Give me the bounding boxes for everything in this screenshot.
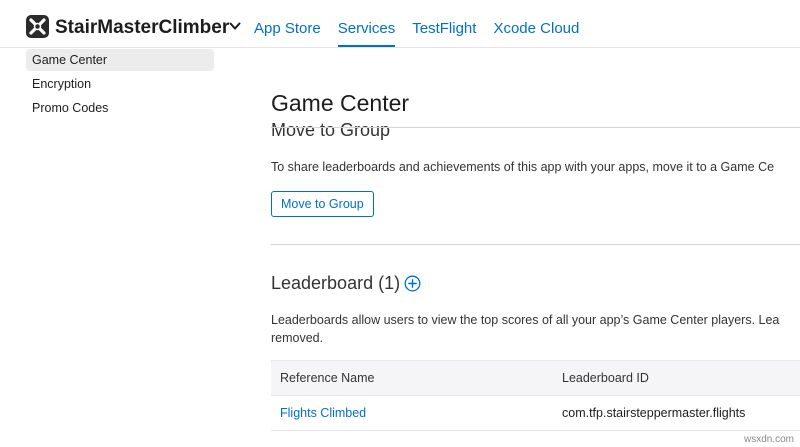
- move-to-group-heading: Move to Group: [271, 120, 391, 140]
- section-divider: [271, 244, 800, 245]
- sidebar-item-promo-codes[interactable]: Promo Codes: [26, 97, 214, 119]
- table-header-row: Reference Name Leaderboard ID: [271, 360, 800, 396]
- sidebar-item-game-center[interactable]: Game Center: [26, 49, 214, 71]
- column-header-leaderboard-id[interactable]: Leaderboard ID: [562, 361, 649, 395]
- header-divider: [271, 127, 800, 128]
- leaderboard-description-line2: removed.: [271, 331, 324, 345]
- table-row[interactable]: Flights Climbed com.tfp.stairsteppermast…: [271, 396, 800, 431]
- sidebar-item-encryption[interactable]: Encryption: [26, 73, 214, 95]
- leaderboard-heading-row: Leaderboard (1): [271, 271, 421, 295]
- move-to-group-description: To share leaderboards and achievements o…: [271, 160, 775, 174]
- sidebar: Game Center Encryption Promo Codes: [26, 49, 214, 121]
- add-circle-icon[interactable]: [404, 275, 421, 292]
- column-header-reference-name[interactable]: Reference Name: [280, 361, 375, 395]
- app-name[interactable]: StairMasterClimber: [55, 15, 229, 40]
- leaderboard-id-value: com.tfp.stairsteppermaster.flights: [562, 406, 746, 420]
- leaderboard-table: Reference Name Leaderboard ID Flights Cl…: [271, 360, 800, 431]
- move-to-group-button[interactable]: Move to Group: [271, 191, 374, 217]
- leaderboard-heading: Leaderboard (1): [271, 273, 401, 293]
- chevron-down-icon[interactable]: [229, 21, 241, 31]
- page-title: Game Center: [271, 90, 410, 117]
- app-icon[interactable]: [26, 15, 49, 38]
- stair-climber-logo-icon: [29, 18, 46, 35]
- leaderboard-description-line1: Leaderboards allow users to view the top…: [271, 313, 780, 327]
- watermark: wsxdn.com: [743, 434, 794, 445]
- main-content: Game Center Move to Group To share leade…: [271, 0, 800, 447]
- reference-name-link[interactable]: Flights Climbed: [280, 396, 366, 430]
